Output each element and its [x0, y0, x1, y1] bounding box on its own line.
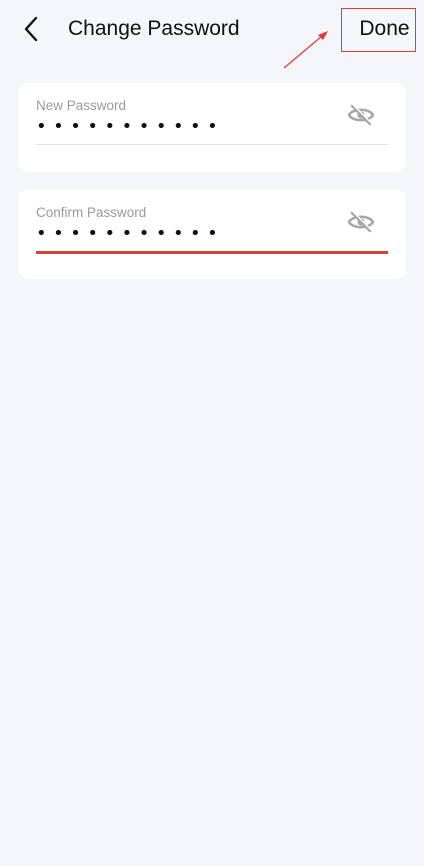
new-password-visibility-toggle[interactable]: [346, 102, 376, 128]
eye-off-icon: [347, 211, 375, 233]
new-password-card: New Password: [18, 83, 406, 172]
eye-off-icon: [347, 104, 375, 126]
done-button[interactable]: Done: [341, 8, 416, 52]
back-button[interactable]: [16, 12, 46, 46]
confirm-password-input[interactable]: [36, 220, 336, 246]
confirm-password-label: Confirm Password: [36, 205, 147, 220]
confirm-password-card: Confirm Password: [18, 190, 406, 279]
chevron-left-icon: [24, 16, 38, 42]
header-bar: Change Password Done: [0, 0, 424, 60]
change-password-screen: Change Password Done New Password Confir…: [0, 0, 424, 866]
new-password-input[interactable]: [36, 113, 336, 139]
new-password-label: New Password: [36, 98, 127, 113]
confirm-password-underline-focused: [36, 251, 388, 254]
new-password-underline: [36, 144, 388, 145]
page-title: Change Password: [68, 17, 240, 40]
confirm-password-visibility-toggle[interactable]: [346, 209, 376, 235]
